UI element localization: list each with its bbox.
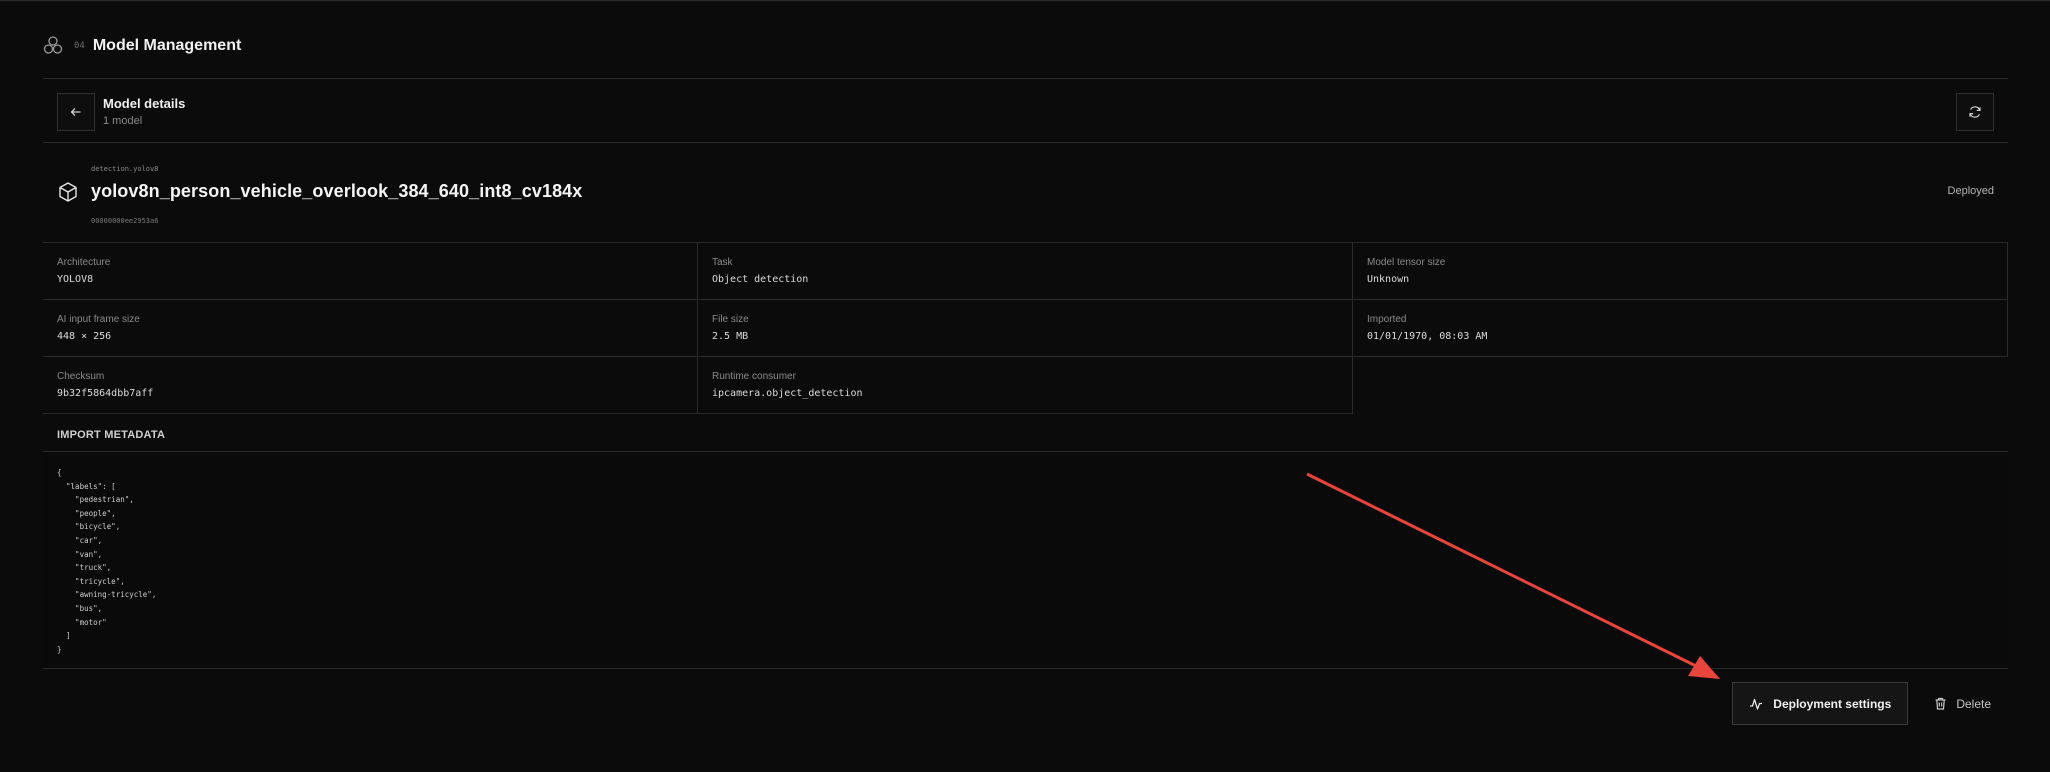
field-value: YOLOV8 [57, 274, 94, 285]
logo-icon [43, 36, 63, 54]
field-value: ipcamera.object_detection [712, 388, 863, 399]
activity-icon [1750, 698, 1763, 710]
model-details-panel: Model details 1 model detection.yolov8 y… [43, 78, 2008, 669]
field-label: File size [712, 314, 749, 325]
field-label: Task [712, 257, 733, 268]
top-divider [0, 0, 2050, 1]
model-count: 1 model [103, 115, 143, 127]
model-id: 00000000ee2953a6 [91, 217, 159, 225]
refresh-icon [1969, 106, 1981, 118]
details-bar: Model details 1 model [43, 79, 2008, 143]
field-label: Runtime consumer [712, 371, 796, 382]
cube-icon [59, 182, 77, 202]
model-name: yolov8n_person_vehicle_overlook_384_640_… [91, 181, 583, 201]
deployment-settings-button[interactable]: Deployment settings [1732, 682, 1909, 725]
field-label: Imported [1367, 314, 1407, 325]
field-model-tensor-size: Model tensor size Unknown [1353, 243, 2008, 300]
field-checksum: Checksum 9b32f5864dbb7aff [43, 357, 698, 414]
actions-bar: Deployment settings Delete [1732, 682, 2007, 725]
back-arrow-icon [70, 108, 81, 116]
page-header: 04 Model Management [42, 34, 241, 58]
field-label: Model tensor size [1367, 257, 1446, 268]
field-label: Checksum [57, 371, 105, 382]
field-value: 448 × 256 [57, 331, 112, 342]
import-metadata-block[interactable]: { "labels": [ "pedestrian", "people", "b… [43, 451, 2008, 669]
field-value: 2.5 MB [712, 331, 749, 342]
field-value: Unknown [1367, 274, 1410, 285]
field-value: 9b32f5864dbb7aff [57, 388, 154, 399]
field-ai-input-frame-size: AI input frame size 448 × 256 [43, 300, 698, 357]
field-task: Task Object detection [698, 243, 1353, 300]
refresh-button[interactable] [1956, 93, 1994, 131]
field-imported: Imported 01/01/1970, 08:03 AM [1353, 300, 2008, 357]
section-number: 04 [74, 41, 85, 51]
field-value: Object detection [712, 274, 809, 285]
model-header: detection.yolov8 yolov8n_person_vehicle_… [43, 143, 2008, 243]
page-title: Model Management [92, 37, 242, 54]
field-architecture: Architecture YOLOV8 [43, 243, 698, 300]
deployment-settings-label: Deployment settings [1773, 696, 1892, 711]
field-runtime-consumer: Runtime consumer ipcamera.object_detecti… [698, 357, 1353, 414]
field-file-size: File size 2.5 MB [698, 300, 1353, 357]
delete-label: Delete [1956, 696, 1991, 711]
model-type: detection.yolov8 [91, 165, 159, 173]
back-button[interactable] [57, 93, 95, 131]
status-badge: Deployed [1947, 185, 1994, 197]
trash-icon [1935, 697, 1946, 710]
field-label: AI input frame size [57, 314, 140, 325]
field-value: 01/01/1970, 08:03 AM [1367, 331, 1488, 342]
delete-button[interactable]: Delete [1908, 682, 2007, 725]
import-metadata-json: { "labels": [ "pedestrian", "people", "b… [57, 468, 157, 654]
details-title: Model details [103, 96, 186, 111]
import-metadata-heading: IMPORT METADATA [57, 429, 166, 441]
field-label: Architecture [57, 257, 111, 268]
